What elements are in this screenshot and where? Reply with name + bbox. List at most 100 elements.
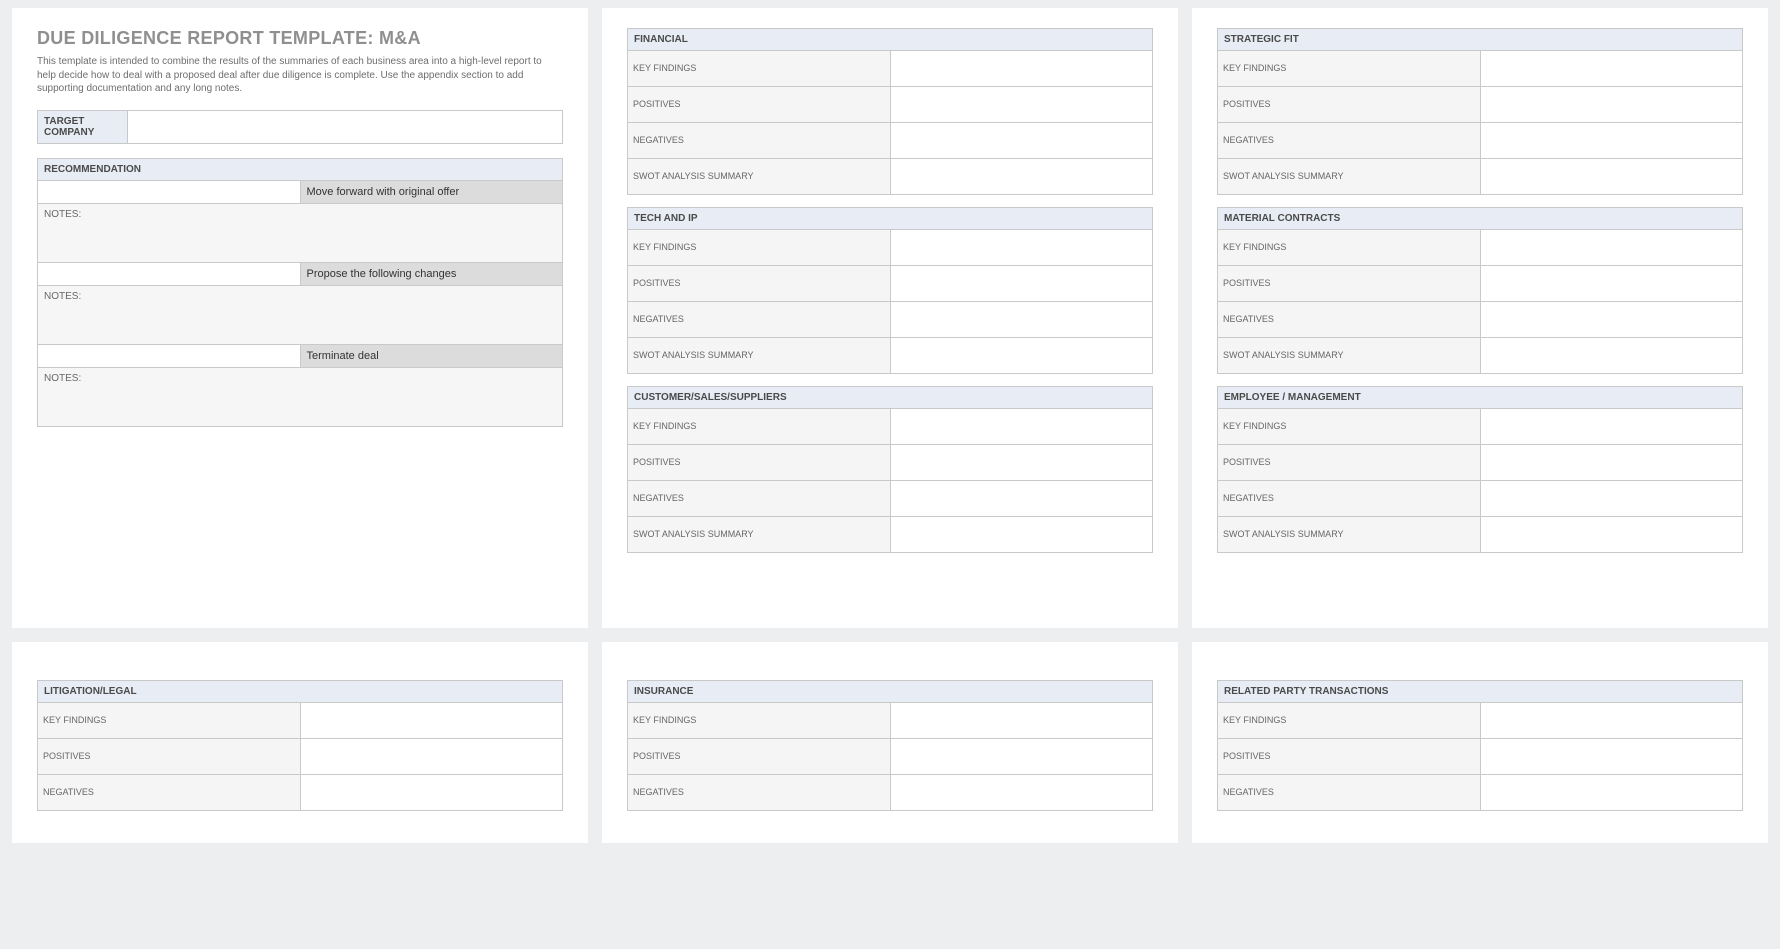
section-row-value[interactable]	[1480, 159, 1743, 195]
section-row-label: NEGATIVES	[1218, 775, 1481, 811]
section-row-label: SWOT ANALYSIS SUMMARY	[628, 338, 891, 374]
section-row-value[interactable]	[890, 87, 1153, 123]
section-table: FINANCIALKEY FINDINGSPOSITIVESNEGATIVESS…	[627, 28, 1153, 195]
rec-notes-2[interactable]: NOTES:	[38, 367, 563, 426]
section-row-label: SWOT ANALYSIS SUMMARY	[1218, 159, 1481, 195]
section-row-label: NEGATIVES	[628, 481, 891, 517]
rec-option-0: Move forward with original offer	[300, 180, 563, 203]
section-header: MATERIAL CONTRACTS	[1218, 208, 1743, 230]
section-row-value[interactable]	[300, 739, 563, 775]
section-row-value[interactable]	[890, 338, 1153, 374]
rec-checkbox-2[interactable]	[38, 344, 301, 367]
section-row-value[interactable]	[1480, 445, 1743, 481]
section-row-value[interactable]	[300, 775, 563, 811]
section-row-value[interactable]	[890, 703, 1153, 739]
section-header: INSURANCE	[628, 681, 1153, 703]
section-table: EMPLOYEE / MANAGEMENTKEY FINDINGSPOSITIV…	[1217, 386, 1743, 553]
section-row-value[interactable]	[1480, 703, 1743, 739]
section-header: CUSTOMER/SALES/SUPPLIERS	[628, 387, 1153, 409]
rec-checkbox-0[interactable]	[38, 180, 301, 203]
section-row-label: SWOT ANALYSIS SUMMARY	[628, 517, 891, 553]
page-sections-d: INSURANCEKEY FINDINGSPOSITIVESNEGATIVES	[602, 642, 1178, 843]
section-row-label: NEGATIVES	[1218, 123, 1481, 159]
section-row-label: NEGATIVES	[628, 775, 891, 811]
section-row-label: KEY FINDINGS	[1218, 230, 1481, 266]
section-table: MATERIAL CONTRACTSKEY FINDINGSPOSITIVESN…	[1217, 207, 1743, 374]
section-row-value[interactable]	[890, 445, 1153, 481]
section-header: RELATED PARTY TRANSACTIONS	[1218, 681, 1743, 703]
report-title: DUE DILIGENCE REPORT TEMPLATE: M&A	[37, 28, 563, 49]
section-row-label: POSITIVES	[628, 739, 891, 775]
section-table: RELATED PARTY TRANSACTIONSKEY FINDINGSPO…	[1217, 680, 1743, 811]
section-row-value[interactable]	[890, 481, 1153, 517]
section-row-value[interactable]	[890, 51, 1153, 87]
section-row-value[interactable]	[890, 409, 1153, 445]
report-intro: This template is intended to combine the…	[37, 55, 563, 96]
section-row-label: KEY FINDINGS	[1218, 409, 1481, 445]
section-header: LITIGATION/LEGAL	[38, 681, 563, 703]
target-company-value[interactable]	[128, 110, 563, 143]
section-row-label: NEGATIVES	[1218, 302, 1481, 338]
rec-notes-1[interactable]: NOTES:	[38, 285, 563, 344]
section-row-label: NEGATIVES	[628, 302, 891, 338]
section-row-value[interactable]	[890, 775, 1153, 811]
section-header: FINANCIAL	[628, 29, 1153, 51]
section-row-value[interactable]	[1480, 123, 1743, 159]
section-row-label: POSITIVES	[628, 445, 891, 481]
section-row-value[interactable]	[1480, 481, 1743, 517]
section-row-label: KEY FINDINGS	[628, 409, 891, 445]
section-row-value[interactable]	[890, 266, 1153, 302]
rec-option-1: Propose the following changes	[300, 262, 563, 285]
section-row-label: POSITIVES	[1218, 87, 1481, 123]
section-header: EMPLOYEE / MANAGEMENT	[1218, 387, 1743, 409]
section-row-label: KEY FINDINGS	[628, 51, 891, 87]
section-row-value[interactable]	[1480, 739, 1743, 775]
rec-checkbox-1[interactable]	[38, 262, 301, 285]
section-row-label: POSITIVES	[628, 87, 891, 123]
section-row-label: KEY FINDINGS	[1218, 51, 1481, 87]
section-row-value[interactable]	[1480, 338, 1743, 374]
section-row-label: NEGATIVES	[38, 775, 301, 811]
section-row-value[interactable]	[1480, 87, 1743, 123]
section-row-label: SWOT ANALYSIS SUMMARY	[1218, 517, 1481, 553]
section-row-value[interactable]	[1480, 51, 1743, 87]
section-row-value[interactable]	[300, 703, 563, 739]
section-row-label: POSITIVES	[628, 266, 891, 302]
section-row-value[interactable]	[890, 123, 1153, 159]
section-row-label: POSITIVES	[1218, 739, 1481, 775]
section-row-value[interactable]	[890, 739, 1153, 775]
section-table: TECH AND IPKEY FINDINGSPOSITIVESNEGATIVE…	[627, 207, 1153, 374]
section-table: CUSTOMER/SALES/SUPPLIERSKEY FINDINGSPOSI…	[627, 386, 1153, 553]
section-row-value[interactable]	[1480, 266, 1743, 302]
section-row-value[interactable]	[1480, 230, 1743, 266]
section-row-label: SWOT ANALYSIS SUMMARY	[628, 159, 891, 195]
recommendation-header: RECOMMENDATION	[38, 158, 563, 180]
section-row-value[interactable]	[890, 159, 1153, 195]
section-row-value[interactable]	[890, 302, 1153, 338]
page-sections-c: LITIGATION/LEGALKEY FINDINGSPOSITIVESNEG…	[12, 642, 588, 843]
section-row-value[interactable]	[1480, 409, 1743, 445]
section-row-label: POSITIVES	[1218, 266, 1481, 302]
section-row-label: KEY FINDINGS	[628, 703, 891, 739]
section-header: STRATEGIC FIT	[1218, 29, 1743, 51]
page-sections-a: FINANCIALKEY FINDINGSPOSITIVESNEGATIVESS…	[602, 8, 1178, 628]
section-row-value[interactable]	[890, 517, 1153, 553]
section-row-label: KEY FINDINGS	[1218, 703, 1481, 739]
rec-option-2: Terminate deal	[300, 344, 563, 367]
section-row-label: KEY FINDINGS	[38, 703, 301, 739]
page-sections-b: STRATEGIC FITKEY FINDINGSPOSITIVESNEGATI…	[1192, 8, 1768, 628]
page-overview: DUE DILIGENCE REPORT TEMPLATE: M&A This …	[12, 8, 588, 628]
section-row-value[interactable]	[1480, 517, 1743, 553]
section-row-value[interactable]	[890, 230, 1153, 266]
section-row-value[interactable]	[1480, 775, 1743, 811]
section-row-value[interactable]	[1480, 302, 1743, 338]
section-row-label: POSITIVES	[38, 739, 301, 775]
target-company-label: TARGET COMPANY	[38, 110, 128, 143]
section-table: STRATEGIC FITKEY FINDINGSPOSITIVESNEGATI…	[1217, 28, 1743, 195]
section-row-label: SWOT ANALYSIS SUMMARY	[1218, 338, 1481, 374]
section-table: INSURANCEKEY FINDINGSPOSITIVESNEGATIVES	[627, 680, 1153, 811]
section-row-label: POSITIVES	[1218, 445, 1481, 481]
rec-notes-0[interactable]: NOTES:	[38, 203, 563, 262]
page-sections-e: RELATED PARTY TRANSACTIONSKEY FINDINGSPO…	[1192, 642, 1768, 843]
recommendation-table: RECOMMENDATION Move forward with origina…	[37, 158, 563, 427]
